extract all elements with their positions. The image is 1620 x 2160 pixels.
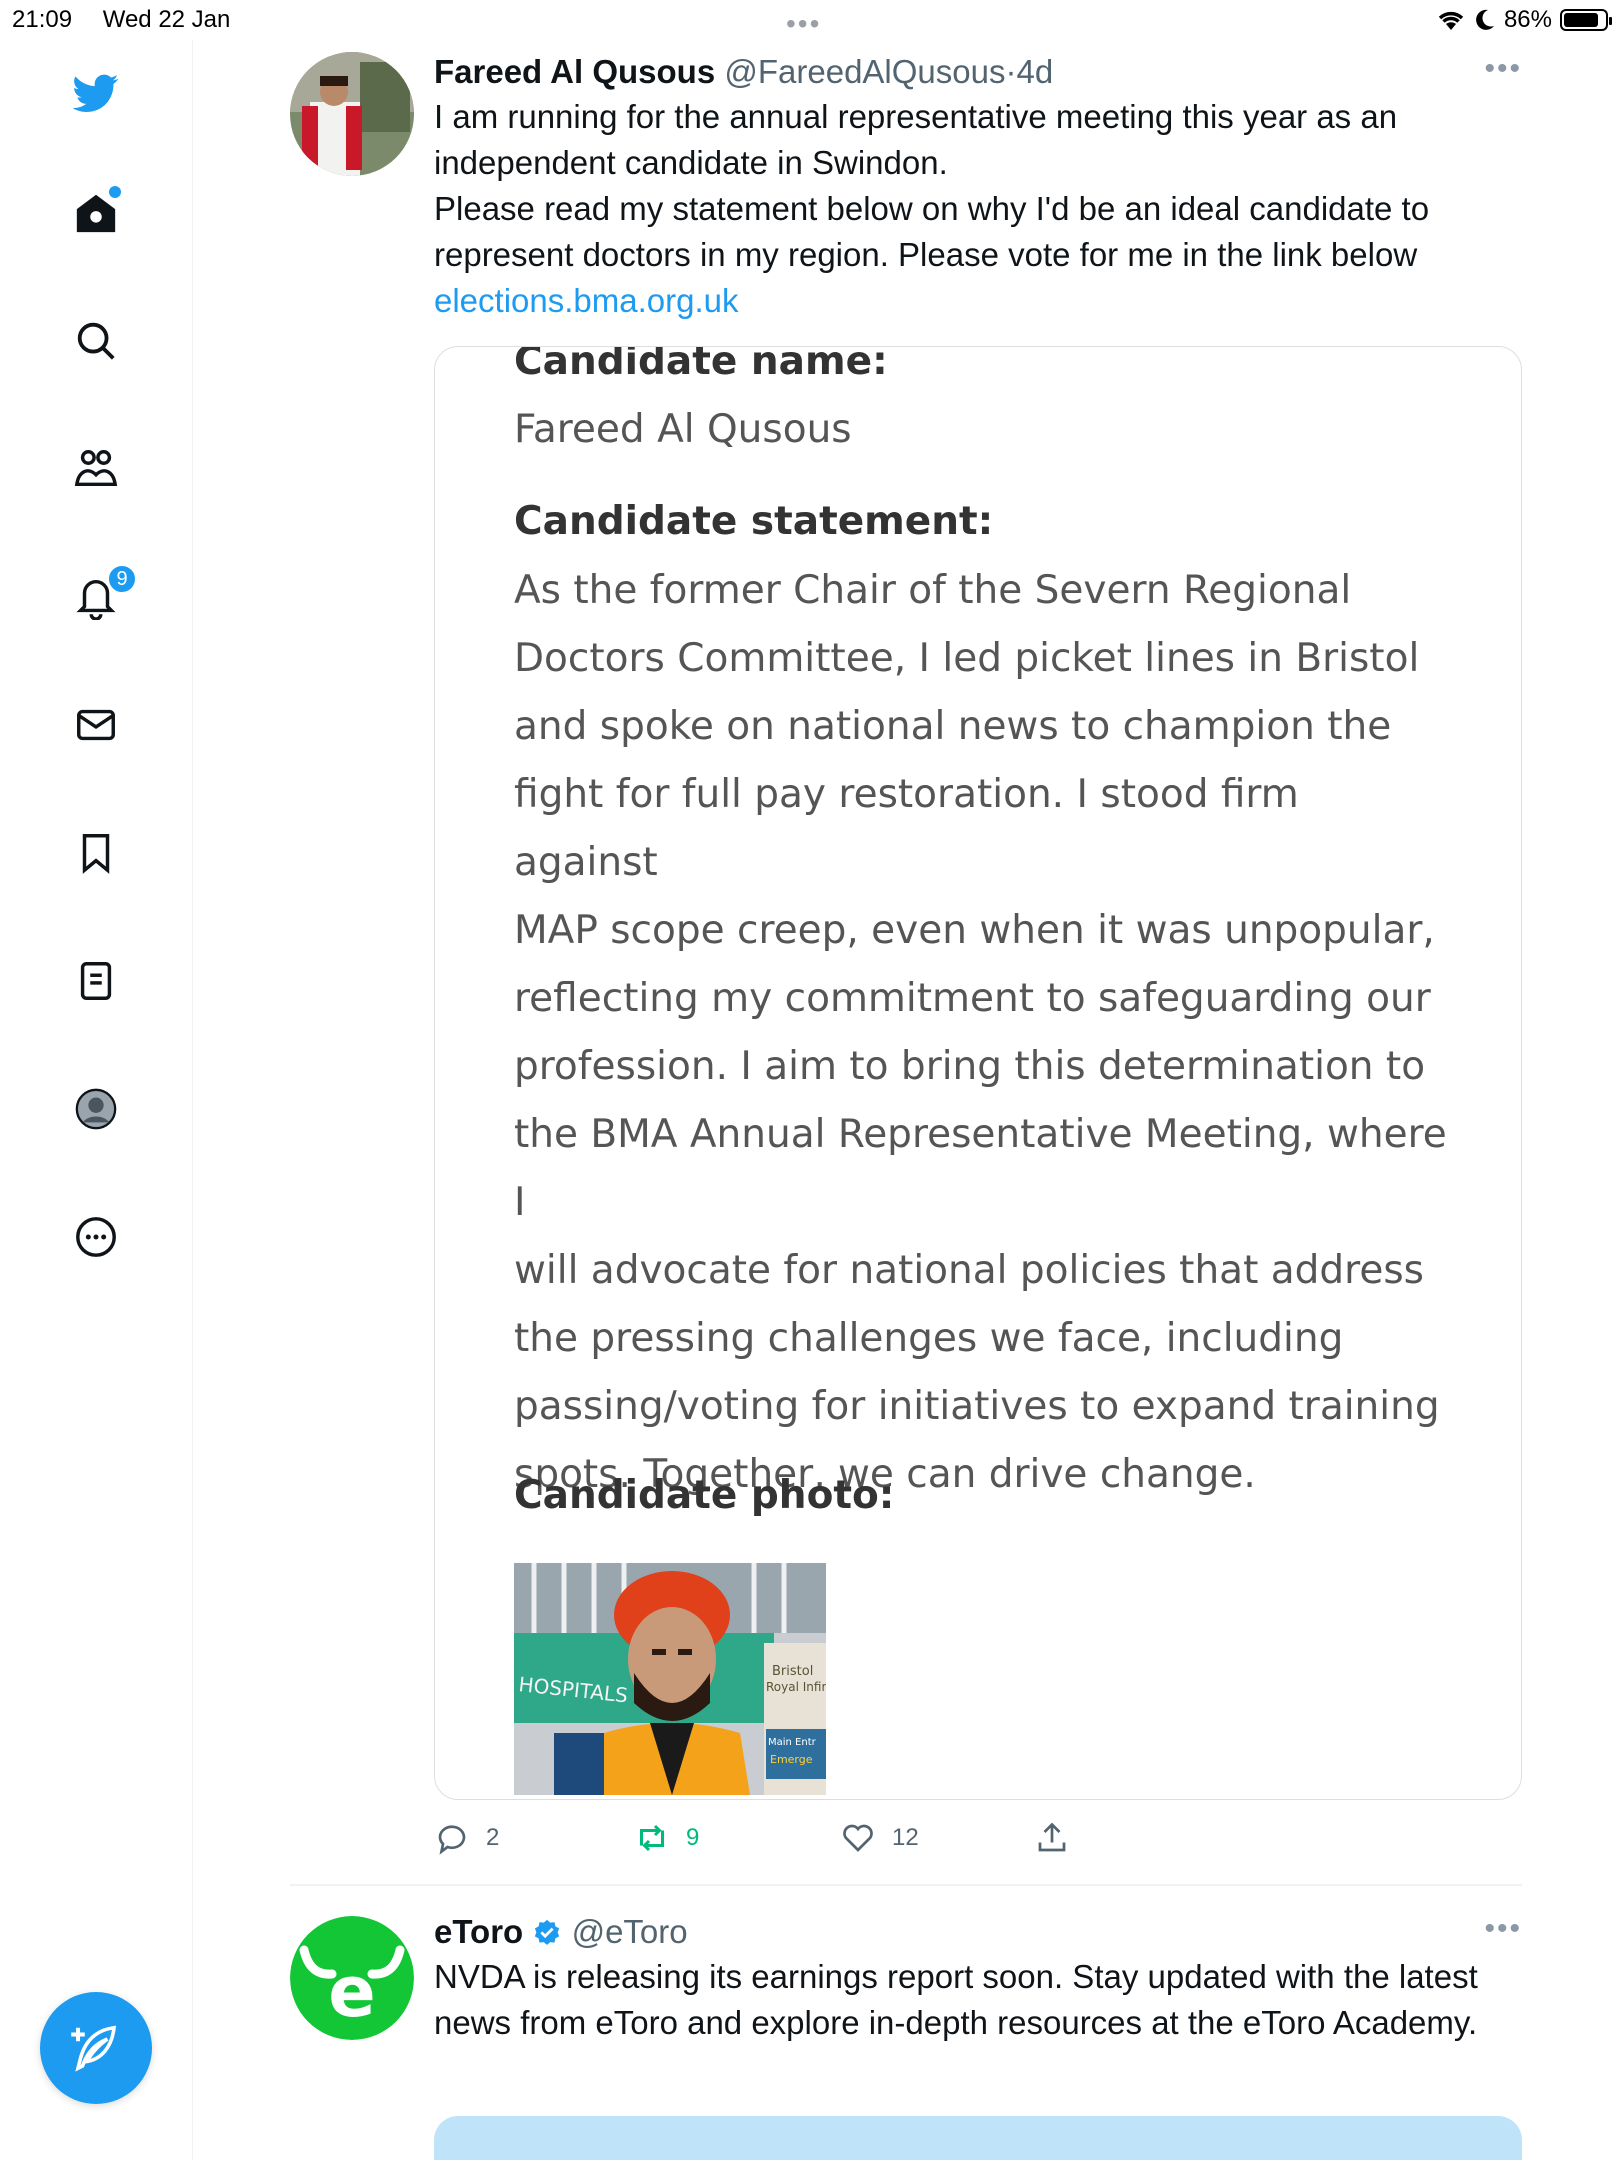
retweet-icon [640, 1824, 664, 1852]
like-button[interactable]: 12 [840, 1820, 919, 1856]
bookmark-icon[interactable] [67, 824, 125, 882]
retweet-button[interactable]: 9 [634, 1820, 699, 1856]
battery-icon [1560, 9, 1612, 31]
home-unread-dot [109, 186, 121, 198]
statement-line: profession. I aim to bring this determin… [514, 1044, 1426, 1089]
author-name[interactable]: Fareed Al Qusous [434, 53, 715, 90]
status-time-date: 21:09 Wed 22 Jan [12, 6, 254, 34]
tweet-more-icon[interactable]: ••• [1484, 1912, 1522, 1946]
statement-line: As the former Chair of the Severn Region… [514, 568, 1352, 613]
tweet-body: eToro @eToro ••• NVDA is releasing its e… [434, 1912, 1522, 2046]
author-avatar[interactable] [290, 52, 414, 176]
tweet-text-line: I am running for the annual representati… [434, 98, 1398, 181]
notifications-badge: 9 [107, 564, 137, 594]
tweet-image-card[interactable]: Candidate name: Fareed Al Qusous Candida… [434, 346, 1522, 1800]
heart-icon [843, 1824, 873, 1852]
candidate-name-label: Candidate name: [514, 346, 888, 384]
author-handle[interactable]: @FareedAlQusous [724, 53, 1005, 90]
profile-avatar-icon[interactable] [67, 1080, 125, 1138]
author-handle[interactable]: @eToro [572, 1913, 688, 1950]
statement-line: and spoke on national news to champion t… [514, 704, 1392, 749]
reply-icon [438, 1825, 466, 1855]
share-icon [1038, 1822, 1066, 1852]
compose-tweet-button[interactable] [40, 1992, 152, 2104]
etoro-avatar[interactable]: e [290, 1916, 414, 2040]
tweet-etoro[interactable]: e eToro @eToro ••• NVDA is releasing its… [290, 1912, 1522, 2160]
reply-button[interactable]: 2 [434, 1820, 499, 1856]
statement-line: passing/voting for initiatives to expand… [514, 1384, 1440, 1429]
tweet-more-icon[interactable]: ••• [1484, 52, 1522, 86]
tweet-fareed[interactable]: Fareed Al Qusous @FareedAlQusous·4d ••• … [290, 52, 1522, 1872]
status-indicators: 86% [1436, 6, 1612, 34]
reply-count: 2 [486, 1824, 500, 1851]
bell-icon[interactable]: 9 [67, 564, 137, 626]
etoro-promo-media[interactable] [434, 2116, 1522, 2160]
header-separator: · [1005, 53, 1017, 90]
tweet-time[interactable]: 4d [1017, 53, 1054, 90]
photo-sign-royal: Royal Infir [766, 1680, 826, 1694]
status-date: Wed 22 Jan [102, 6, 231, 33]
photo-sign-main: Main Entr [768, 1737, 817, 1748]
status-bar: 21:09 Wed 22 Jan ••• 86% [0, 0, 1620, 40]
communities-icon[interactable] [67, 440, 125, 498]
verified-badge-icon [535, 1919, 560, 1945]
status-time: 21:09 [12, 6, 73, 33]
sidebar-nav: 9 [0, 40, 193, 2160]
candidate-name-value: Fareed Al Qusous [514, 407, 852, 452]
tweet-divider [290, 1884, 1522, 1886]
compose-feather-icon [71, 2025, 117, 2072]
candidate-statement-text: As the former Chair of the Severn Region… [514, 557, 1454, 1509]
tweet-text: I am running for the annual representati… [434, 94, 1522, 324]
wifi-icon [1438, 11, 1464, 30]
battery-percent: 86% [1503, 6, 1552, 33]
candidate-photo-label: Candidate photo: [514, 1473, 895, 1518]
retweet-count: 9 [686, 1824, 700, 1851]
statement-line: reflecting my commitment to safeguarding… [514, 976, 1431, 1021]
twitter-bird-icon[interactable] [67, 64, 125, 122]
statement-line: Doctors Committee, I led picket lines in… [514, 636, 1420, 681]
tweet-body: Fareed Al Qusous @FareedAlQusous·4d ••• … [434, 52, 1522, 324]
list-icon[interactable] [67, 952, 125, 1010]
tweet-header: eToro @eToro [434, 1912, 1522, 1952]
statement-line: fight for full pay restoration. I stood … [514, 772, 1299, 885]
photo-sign-bristol: Bristol [772, 1664, 813, 1679]
moon-icon [1476, 9, 1494, 30]
etoro-avatar-letter: e [328, 1951, 375, 2033]
tweet-text-line: Please read my statement below on why I'… [434, 190, 1430, 273]
like-count: 12 [892, 1824, 919, 1851]
tweet-header: Fareed Al Qusous @FareedAlQusous·4d [434, 52, 1522, 92]
tweet-text: NVDA is releasing its earnings report so… [434, 1958, 1478, 2041]
multitasking-dots-icon[interactable]: ••• [786, 8, 821, 40]
candidate-statement-label: Candidate statement: [514, 499, 994, 544]
author-name[interactable]: eToro [434, 1913, 523, 1950]
statement-line: will advocate for national policies that… [514, 1248, 1424, 1293]
share-button[interactable] [1034, 1820, 1070, 1856]
photo-sign-emerg: Emerge [770, 1753, 813, 1766]
statement-line: MAP scope creep, even when it was unpopu… [514, 908, 1435, 953]
statement-line: the pressing challenges we face, includi… [514, 1316, 1344, 1361]
more-circle-icon[interactable] [67, 1208, 125, 1266]
tweet-link[interactable]: elections.bma.org.uk [434, 282, 739, 319]
home-icon[interactable] [67, 184, 125, 242]
tweet-actions: 2 9 12 [434, 1820, 1134, 1864]
envelope-icon[interactable] [67, 696, 125, 754]
candidate-photo: HOSPITALS BR Bristol Royal Infir Main En… [514, 1563, 826, 1795]
search-icon[interactable] [67, 312, 125, 370]
statement-line: the BMA Annual Representative Meeting, w… [514, 1112, 1447, 1225]
